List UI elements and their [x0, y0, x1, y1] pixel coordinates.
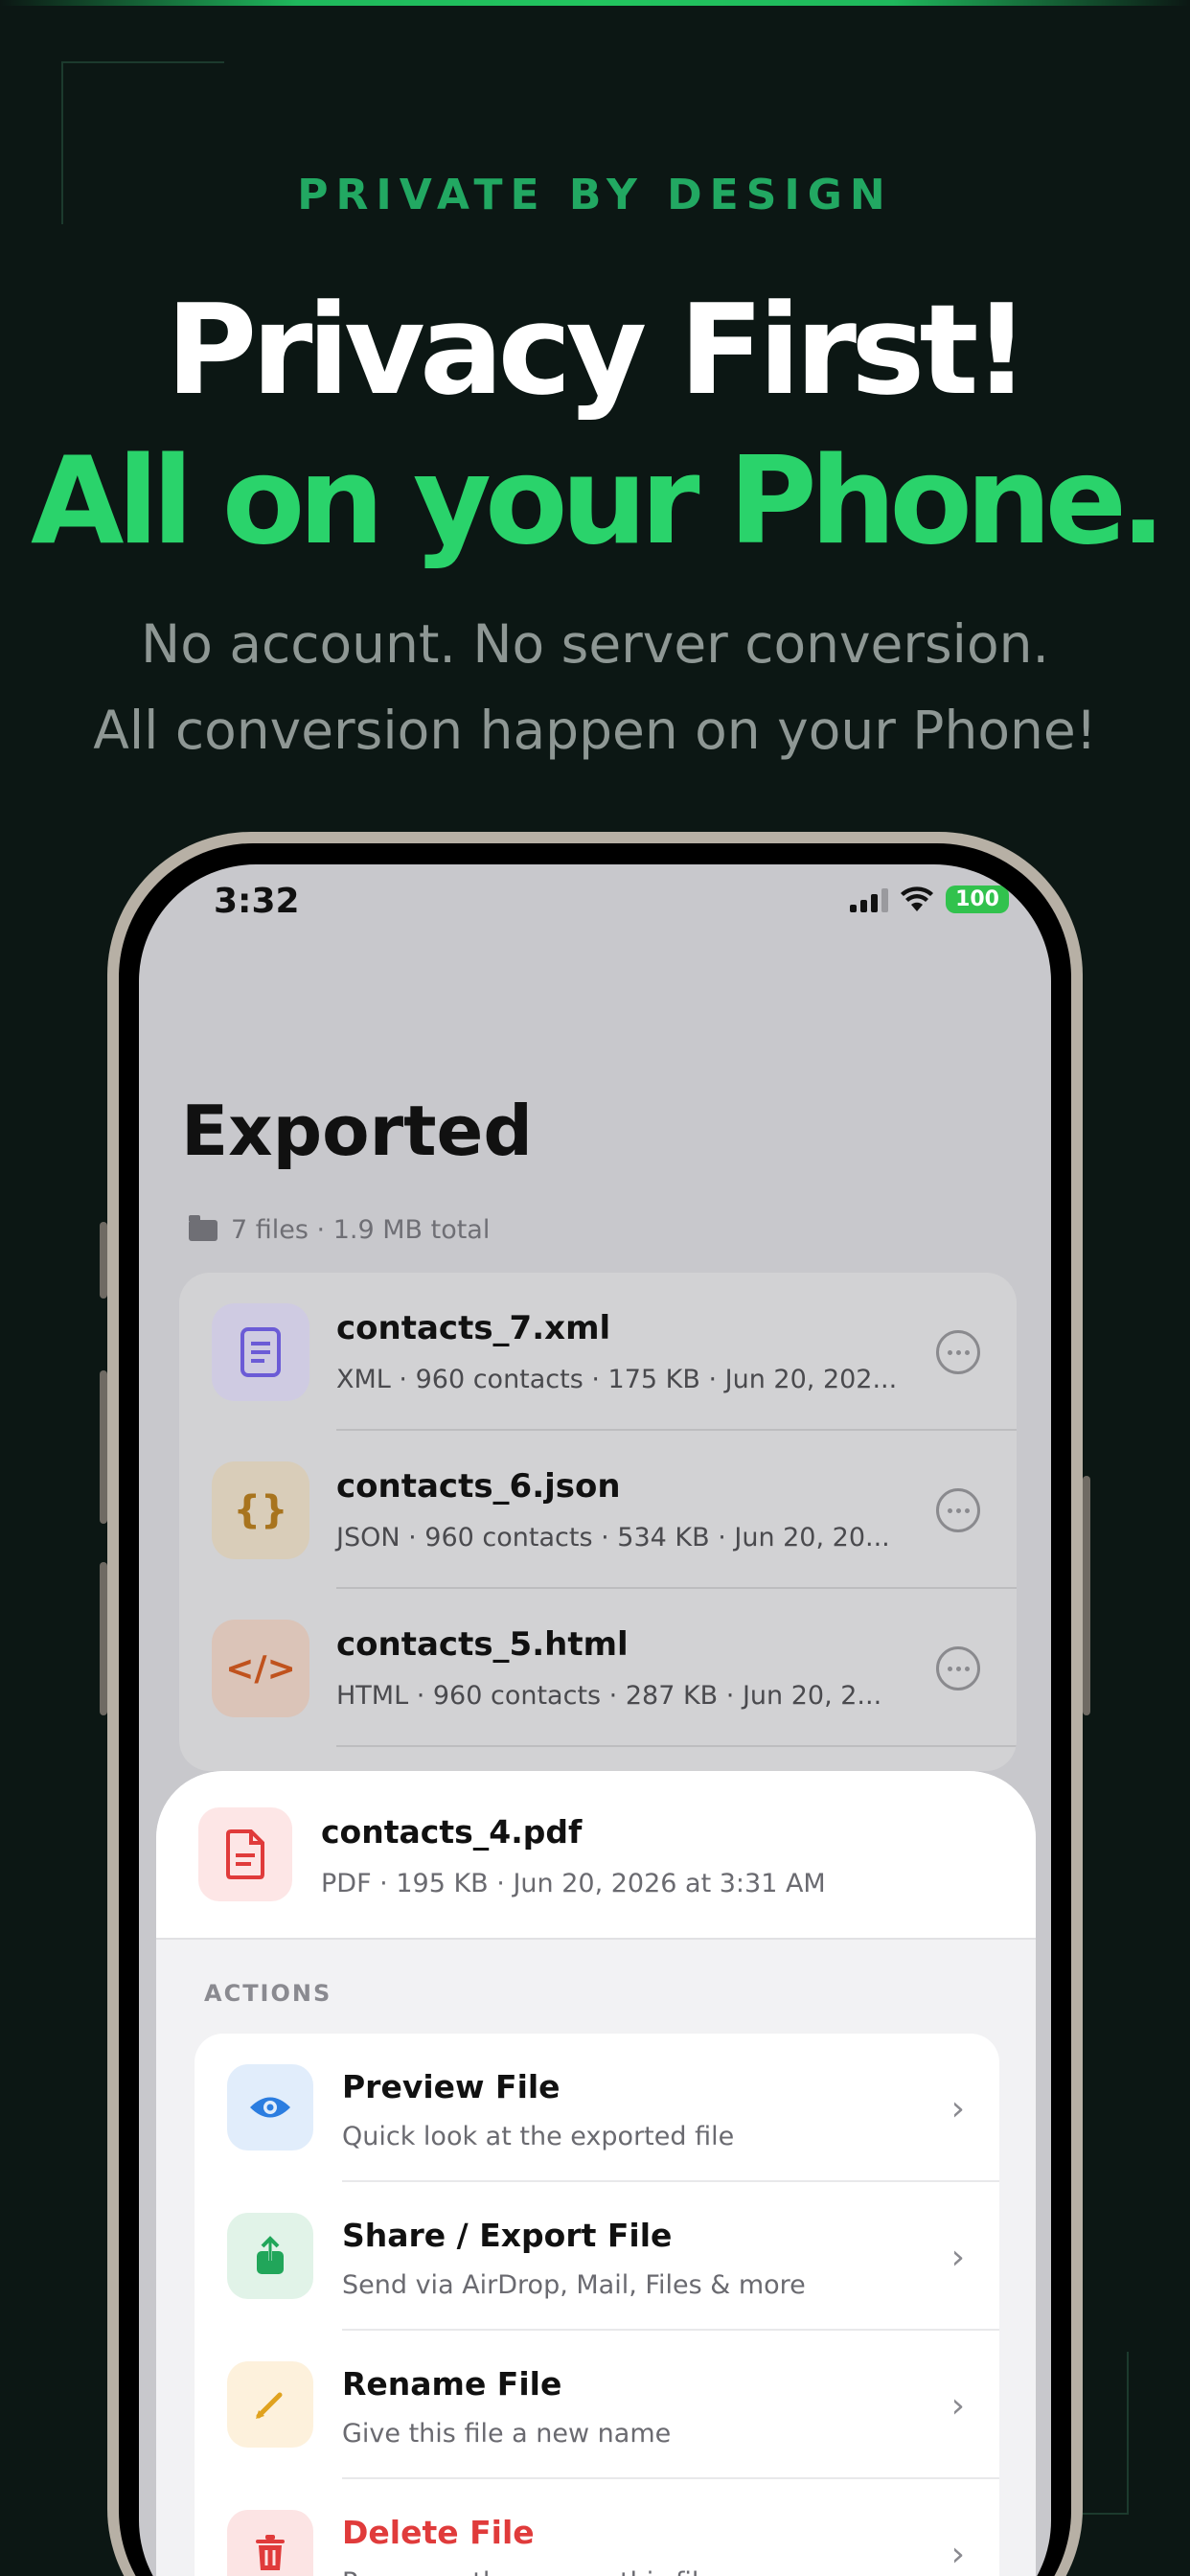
- phone-volume-down-button: [100, 1562, 107, 1715]
- more-options-icon[interactable]: [936, 1488, 980, 1532]
- app-store-screenshot: PRIVATE BY DESIGN Privacy First! All on …: [0, 0, 1190, 2576]
- share-icon: [227, 2213, 313, 2299]
- more-options-icon[interactable]: [936, 1646, 980, 1690]
- eye-icon: [227, 2064, 313, 2150]
- phone-screen: 3:32 100 Exported 7 files · 1.9 MB total…: [139, 864, 1051, 2576]
- file-actions-sheet: contacts_4.pdf PDF · 195 KB · Jun 20, 20…: [156, 1771, 1036, 2576]
- file-name: contacts_5.html: [336, 1625, 629, 1664]
- cellular-signal-icon: [850, 887, 889, 912]
- chevron-right-icon: ›: [950, 2386, 965, 2426]
- action-title: Share / Export File: [342, 2217, 673, 2254]
- delete-file-button[interactable]: Delete File Permanently remove this file…: [195, 2479, 999, 2576]
- file-row[interactable]: {} contacts_6.json JSON · 960 contacts ·…: [179, 1431, 1017, 1589]
- chevron-right-icon: ›: [950, 2535, 965, 2574]
- code-icon: </>: [212, 1620, 309, 1717]
- trash-icon: [227, 2510, 313, 2576]
- sheet-header-divider: [156, 1938, 1036, 1940]
- folder-icon: [189, 1214, 217, 1241]
- sheet-header: contacts_4.pdf PDF · 195 KB · Jun 20, 20…: [156, 1771, 1036, 1940]
- file-name: contacts_7.xml: [336, 1309, 611, 1347]
- action-subtitle: Give this file a new name: [342, 2419, 672, 2449]
- status-time: 3:32: [214, 882, 300, 921]
- phone-action-button: [100, 1222, 107, 1299]
- pencil-icon: [227, 2361, 313, 2448]
- file-details: HTML · 960 contacts · 287 KB · Jun 20, 2…: [336, 1681, 882, 1711]
- share-export-file-button[interactable]: Share / Export File Send via AirDrop, Ma…: [195, 2182, 999, 2331]
- actions-list: Preview File Quick look at the exported …: [195, 2034, 999, 2576]
- braces-icon: {}: [212, 1461, 309, 1559]
- battery-indicator: 100: [946, 886, 1009, 913]
- row-divider: [336, 1745, 1017, 1747]
- preview-file-button[interactable]: Preview File Quick look at the exported …: [195, 2034, 999, 2182]
- file-details: XML · 960 contacts · 175 KB · Jun 20, 20…: [336, 1365, 898, 1394]
- file-name: contacts_6.json: [336, 1467, 621, 1506]
- file-row[interactable]: contacts_7.xml XML · 960 contacts · 175 …: [179, 1273, 1017, 1431]
- wifi-icon: [901, 886, 934, 911]
- status-indicators: 100: [850, 886, 1009, 913]
- phone-volume-up-button: [100, 1370, 107, 1524]
- page-title: Exported: [181, 1091, 533, 1171]
- action-title: Rename File: [342, 2365, 562, 2403]
- chevron-right-icon: ›: [950, 2238, 965, 2277]
- sheet-file-name: contacts_4.pdf: [321, 1813, 583, 1851]
- chevron-right-icon: ›: [950, 2089, 965, 2128]
- action-subtitle: Permanently remove this file: [342, 2567, 715, 2576]
- action-title: Delete File: [342, 2514, 535, 2551]
- document-lines-icon: [212, 1303, 309, 1401]
- files-summary: 7 files · 1.9 MB total: [189, 1214, 491, 1245]
- file-details: JSON · 960 contacts · 534 KB · Jun 20, 2…: [336, 1523, 890, 1552]
- files-summary-text: 7 files · 1.9 MB total: [231, 1215, 491, 1245]
- rename-file-button[interactable]: Rename File Give this file a new name ›: [195, 2331, 999, 2479]
- headline-privacy-first: Privacy First!: [166, 277, 1030, 423]
- file-list: contacts_7.xml XML · 960 contacts · 175 …: [179, 1273, 1017, 1771]
- actions-section-label: ACTIONS: [204, 1980, 332, 2007]
- subtitle-line-2: All conversion happen on your Phone!: [93, 700, 1097, 761]
- eyebrow-label: PRIVATE BY DESIGN: [297, 171, 893, 219]
- file-row[interactable]: </> contacts_5.html HTML · 960 contacts …: [179, 1589, 1017, 1747]
- headline-on-your-phone: All on your Phone.: [31, 430, 1166, 571]
- action-title: Preview File: [342, 2068, 561, 2105]
- sheet-file-details: PDF · 195 KB · Jun 20, 2026 at 3:31 AM: [321, 1869, 826, 1898]
- more-options-icon[interactable]: [936, 1330, 980, 1374]
- action-subtitle: Quick look at the exported file: [342, 2122, 735, 2151]
- phone-power-button: [1083, 1476, 1090, 1715]
- subtitle-line-1: No account. No server conversion.: [141, 613, 1049, 675]
- top-accent-bar: [0, 0, 1190, 6]
- action-subtitle: Send via AirDrop, Mail, Files & more: [342, 2270, 806, 2300]
- pdf-file-icon: [198, 1807, 292, 1901]
